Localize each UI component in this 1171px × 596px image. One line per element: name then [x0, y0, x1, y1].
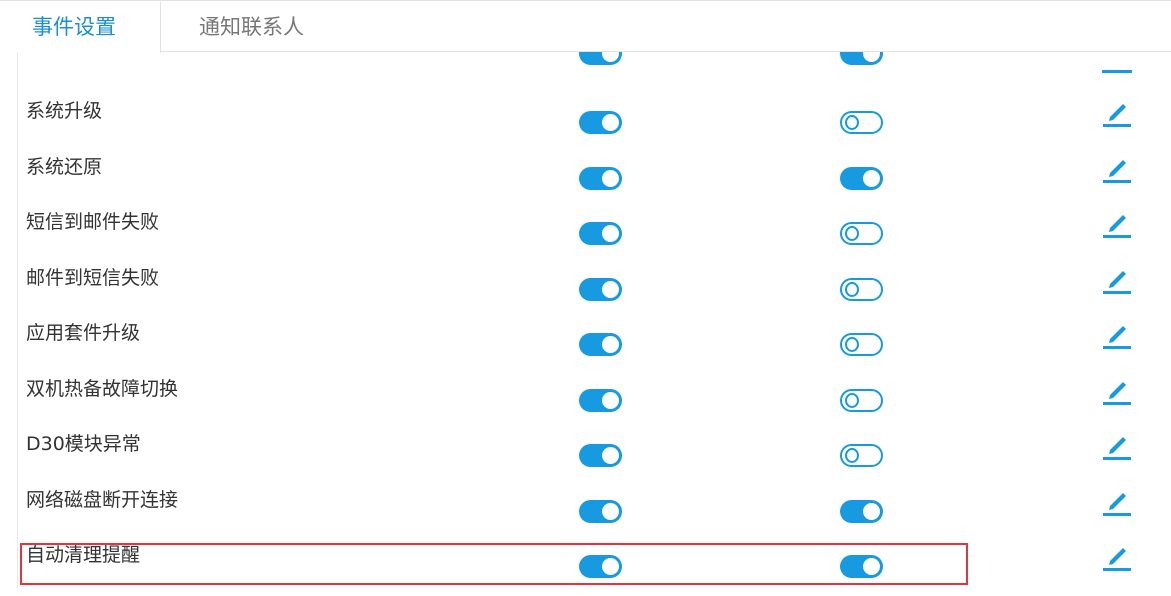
event-toggle-2[interactable] [840, 111, 883, 134]
pencil-edit-icon[interactable] [1101, 212, 1133, 238]
event-toggle-1[interactable] [579, 111, 622, 134]
event-toggle-2[interactable] [840, 167, 883, 190]
event-name: 邮件到短信失败 [26, 267, 160, 289]
partial-row-toggle-2[interactable] [840, 52, 883, 65]
event-toggle-1[interactable] [579, 167, 622, 190]
event-toggle-2[interactable] [840, 333, 883, 356]
tab-event-settings-label: 事件设置 [32, 15, 116, 39]
event-row: 邮件到短信失败 [0, 263, 1171, 319]
event-name: 系统升级 [26, 100, 103, 122]
event-toggle-1[interactable] [579, 222, 622, 245]
event-toggle-2[interactable] [840, 444, 883, 467]
event-row: 系统升级 [0, 96, 1171, 152]
event-name: 系统还原 [26, 156, 103, 178]
event-row: 应用套件升级 [0, 318, 1171, 374]
pencil-edit-icon[interactable] [1101, 545, 1133, 571]
event-row: 网络磁盘断开连接 [0, 485, 1171, 541]
event-toggle-2[interactable] [840, 500, 883, 523]
event-toggle-2[interactable] [840, 278, 883, 301]
pencil-edit-icon[interactable] [1101, 323, 1133, 349]
event-toggle-2[interactable] [840, 389, 883, 412]
event-toggle-1[interactable] [579, 333, 622, 356]
pencil-edit-icon[interactable] [1101, 434, 1133, 460]
event-toggle-1[interactable] [579, 278, 622, 301]
event-row: D30模块异常 [0, 429, 1171, 485]
event-toggle-2[interactable] [840, 222, 883, 245]
event-name: 网络磁盘断开连接 [26, 489, 179, 511]
pencil-edit-icon[interactable] [1101, 268, 1133, 294]
pencil-edit-icon[interactable] [1101, 101, 1133, 127]
partial-row [0, 52, 1171, 76]
event-row: 系统还原 [0, 152, 1171, 208]
event-toggle-1[interactable] [579, 389, 622, 412]
event-name: 双机热备故障切换 [26, 378, 179, 400]
tab-notification-contacts-label: 通知联系人 [199, 15, 304, 39]
event-row: 短信到邮件失败 [0, 207, 1171, 263]
event-toggle-1[interactable] [579, 500, 622, 523]
tab-bar: 事件设置 通知联系人 [0, 0, 1171, 53]
pencil-edit-icon[interactable] [1101, 490, 1133, 516]
partial-row-edit-underline [1102, 70, 1132, 73]
event-row: 双机热备故障切换 [0, 374, 1171, 430]
partial-row-toggle-1[interactable] [579, 52, 622, 65]
event-name: D30模块异常 [26, 433, 141, 455]
tab-event-settings[interactable]: 事件设置 [0, 2, 161, 53]
tab-notification-contacts[interactable]: 通知联系人 [199, 2, 304, 53]
event-name: 短信到邮件失败 [26, 211, 160, 233]
pencil-edit-icon[interactable] [1101, 157, 1133, 183]
event-toggle-1[interactable] [579, 444, 622, 467]
highlight-box [20, 543, 968, 585]
pencil-edit-icon[interactable] [1101, 379, 1133, 405]
event-name: 应用套件升级 [26, 322, 141, 344]
